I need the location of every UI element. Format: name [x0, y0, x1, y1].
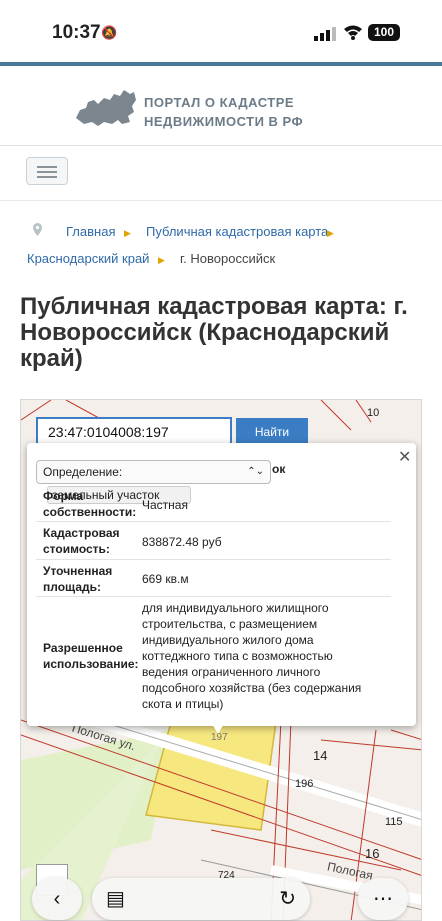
definition-select[interactable]: Определение: земельный участок ⌃⌄: [36, 460, 271, 504]
popup-pointer-icon: [211, 722, 225, 734]
map-parcel-label: 16: [365, 846, 380, 861]
map-parcel-label: 196: [295, 778, 314, 790]
top-divider: [0, 62, 442, 66]
clock: 10:37: [52, 22, 101, 43]
breadcrumb-region[interactable]: Краснодарский край: [27, 251, 149, 266]
breadcrumb-home[interactable]: Главная: [66, 224, 115, 239]
pin-icon: [33, 223, 42, 236]
breadcrumb-public-map[interactable]: Публичная кадастровая карта: [146, 224, 328, 239]
close-icon[interactable]: ✕: [398, 447, 411, 467]
signal-icon: [314, 27, 336, 41]
info-value: Частная: [142, 498, 188, 512]
map-parcel-label: 115: [385, 816, 403, 828]
breadcrumb-arrow-icon: ▶: [327, 228, 334, 238]
russia-map-logo-icon: [76, 90, 136, 126]
info-value: 669 кв.м: [142, 572, 189, 586]
breadcrumb-current: г. Новороссийск: [180, 251, 276, 266]
info-label: Кадастровая стоимость:: [43, 526, 120, 556]
wifi-icon: [343, 24, 363, 45]
info-label: Форма собственности:: [43, 489, 137, 519]
info-value: 838872.48 руб: [142, 535, 222, 549]
breadcrumb-arrow-icon: ▶: [158, 255, 165, 265]
breadcrumb-arrow-icon: ▶: [124, 228, 131, 238]
row-divider: [36, 559, 391, 560]
address-bar[interactable]: ▤ ↻: [92, 878, 310, 920]
menu-button[interactable]: [26, 157, 68, 185]
bell-off-icon: 🔕: [101, 25, 118, 40]
battery-indicator: 100: [368, 24, 400, 41]
status-bar: 10:37 🔕 100: [0, 0, 442, 62]
header-divider: [0, 145, 442, 146]
info-value: для индивидуального жилищного строительс…: [142, 601, 362, 711]
chevron-icon: ⌃⌄: [247, 466, 264, 477]
more-icon[interactable]: ⋯: [358, 878, 408, 920]
hamburger-line: [37, 171, 57, 173]
info-label: Разрешенное использование:: [43, 641, 139, 671]
tabs-icon[interactable]: ▤: [106, 888, 125, 910]
hamburger-line: [37, 176, 57, 178]
info-label: Уточненная площадь:: [43, 564, 113, 594]
find-button[interactable]: Найти: [236, 418, 308, 446]
logo-line-2: НЕДВИЖИМОСТИ В РФ: [144, 114, 304, 129]
row-divider: [36, 521, 391, 522]
hamburger-line: [37, 166, 57, 168]
map-parcel-label: 14: [313, 748, 328, 763]
definition-label: Определение:: [43, 465, 123, 479]
popup-heading-tail: ок: [272, 462, 286, 476]
map-parcel-label: 10: [367, 407, 380, 419]
share-icon[interactable]: ↻: [279, 878, 296, 920]
back-icon[interactable]: ‹: [32, 878, 82, 920]
page-title: Публичная кадастровая карта: г. Новоросс…: [20, 293, 408, 372]
site-logo-text[interactable]: ПОРТАЛ О КАДАСТРЕ НЕДВИЖИМОСТИ В РФ: [144, 93, 303, 131]
logo-line-1: ПОРТАЛ О КАДАСТРЕ: [144, 95, 295, 110]
row-divider: [36, 596, 391, 597]
nav-divider: [0, 200, 442, 201]
